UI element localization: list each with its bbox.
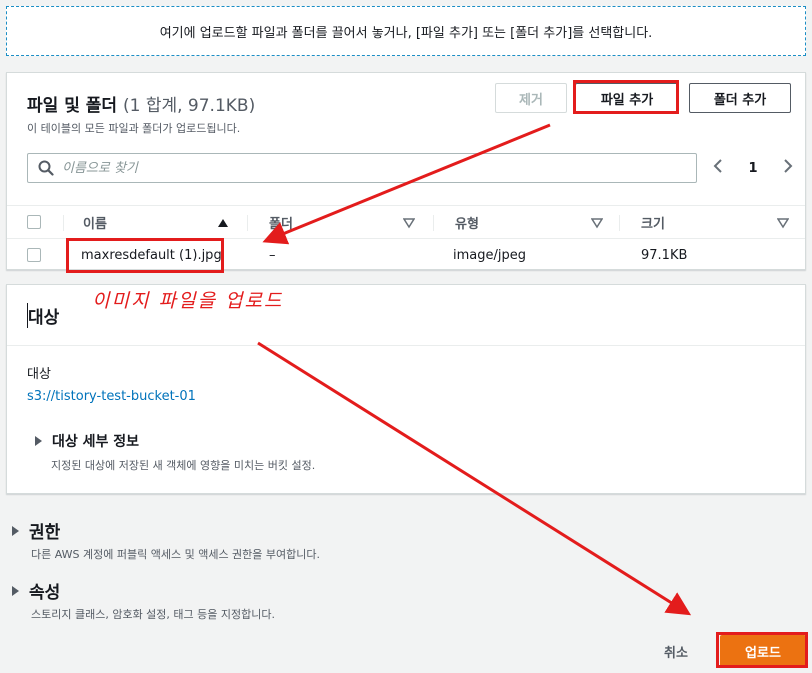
search-icon: [38, 160, 54, 176]
column-header-name[interactable]: 이름: [83, 206, 107, 238]
sort-ascending-icon[interactable]: [217, 217, 229, 229]
caret-right-icon: [12, 525, 19, 536]
upload-button[interactable]: 업로드: [720, 635, 806, 667]
destination-bucket-link[interactable]: s3://tistory-test-bucket-01: [27, 389, 196, 404]
sort-icon[interactable]: [591, 217, 603, 229]
files-description: 이 테이블의 모든 파일과 폴더가 업로드됩니다.: [27, 122, 241, 135]
destination-label: 대상: [27, 367, 51, 382]
file-size-cell: 97.1KB: [641, 247, 688, 263]
permissions-title: 권한: [29, 523, 61, 543]
destination-details-desc: 지정된 대상에 저장된 새 객체에 영향을 미치는 버킷 설정.: [51, 459, 316, 472]
column-header-type[interactable]: 유형: [455, 206, 479, 238]
properties-title: 속성: [29, 583, 61, 603]
destination-details-toggle[interactable]: 대상 세부 정보: [35, 431, 139, 451]
permissions-desc: 다른 AWS 계정에 퍼블릭 액세스 및 액세스 권한을 부여합니다.: [31, 548, 321, 561]
destination-divider: [7, 345, 805, 346]
column-separator: [63, 215, 64, 231]
files-title-text: 파일 및 폴더: [27, 96, 118, 116]
destination-details-title: 대상 세부 정보: [52, 434, 140, 450]
file-folder-cell: –: [269, 247, 276, 263]
pagination: 1: [713, 155, 793, 181]
row-select-cell: [27, 240, 41, 270]
files-count: (1 합계, 97.1KB): [122, 96, 256, 116]
add-file-button[interactable]: 파일 추가: [575, 83, 679, 113]
properties-toggle[interactable]: 속성: [12, 578, 60, 603]
table-row[interactable]: maxresdefault (1).jpg – image/jpeg 97.1K…: [7, 240, 805, 270]
dropzone-text: 여기에 업로드할 파일과 폴더를 끌어서 놓거나, [파일 추가] 또는 [폴더…: [159, 25, 653, 41]
remove-button[interactable]: 제거: [495, 83, 567, 113]
cancel-button[interactable]: 취소: [648, 638, 704, 664]
destination-panel: 대상 대상 s3://tistory-test-bucket-01 대상 세부 …: [6, 284, 806, 494]
caret-right-icon: [12, 585, 19, 596]
files-title: 파일 및 폴더 (1 합계, 97.1KB): [27, 91, 255, 116]
permissions-toggle[interactable]: 권한: [12, 518, 60, 543]
table-header: 이름 폴더 유형 크기: [7, 205, 805, 239]
add-folder-button[interactable]: 폴더 추가: [689, 83, 791, 113]
annotation-text: 이미지 파일을 업로드: [92, 290, 284, 312]
files-panel: 파일 및 폴더 (1 합계, 97.1KB) 이 테이블의 모든 파일과 폴더가…: [6, 72, 806, 270]
sort-icon[interactable]: [403, 217, 415, 229]
sort-icon[interactable]: [777, 217, 789, 229]
file-type-cell: image/jpeg: [453, 247, 526, 263]
upload-dropzone[interactable]: 여기에 업로드할 파일과 폴더를 끌어서 놓거나, [파일 추가] 또는 [폴더…: [6, 6, 806, 56]
file-name-cell: maxresdefault (1).jpg: [81, 247, 222, 263]
next-page-icon[interactable]: [783, 158, 793, 178]
search-box: [27, 153, 697, 183]
column-separator: [247, 215, 248, 231]
column-separator: [433, 215, 434, 231]
select-all-checkbox[interactable]: [27, 215, 41, 229]
prev-page-icon[interactable]: [713, 158, 723, 178]
search-input[interactable]: [62, 154, 682, 182]
column-header-folder[interactable]: 폴더: [269, 206, 293, 238]
destination-title: 대상: [27, 303, 59, 328]
properties-desc: 스토리지 클래스, 암호화 설정, 태그 등을 지정합니다.: [31, 608, 275, 621]
select-all-cell: [27, 206, 41, 238]
page-number[interactable]: 1: [748, 161, 757, 176]
column-header-size[interactable]: 크기: [641, 206, 665, 238]
caret-right-icon: [35, 436, 42, 446]
column-separator: [619, 215, 620, 231]
row-checkbox[interactable]: [27, 248, 41, 262]
